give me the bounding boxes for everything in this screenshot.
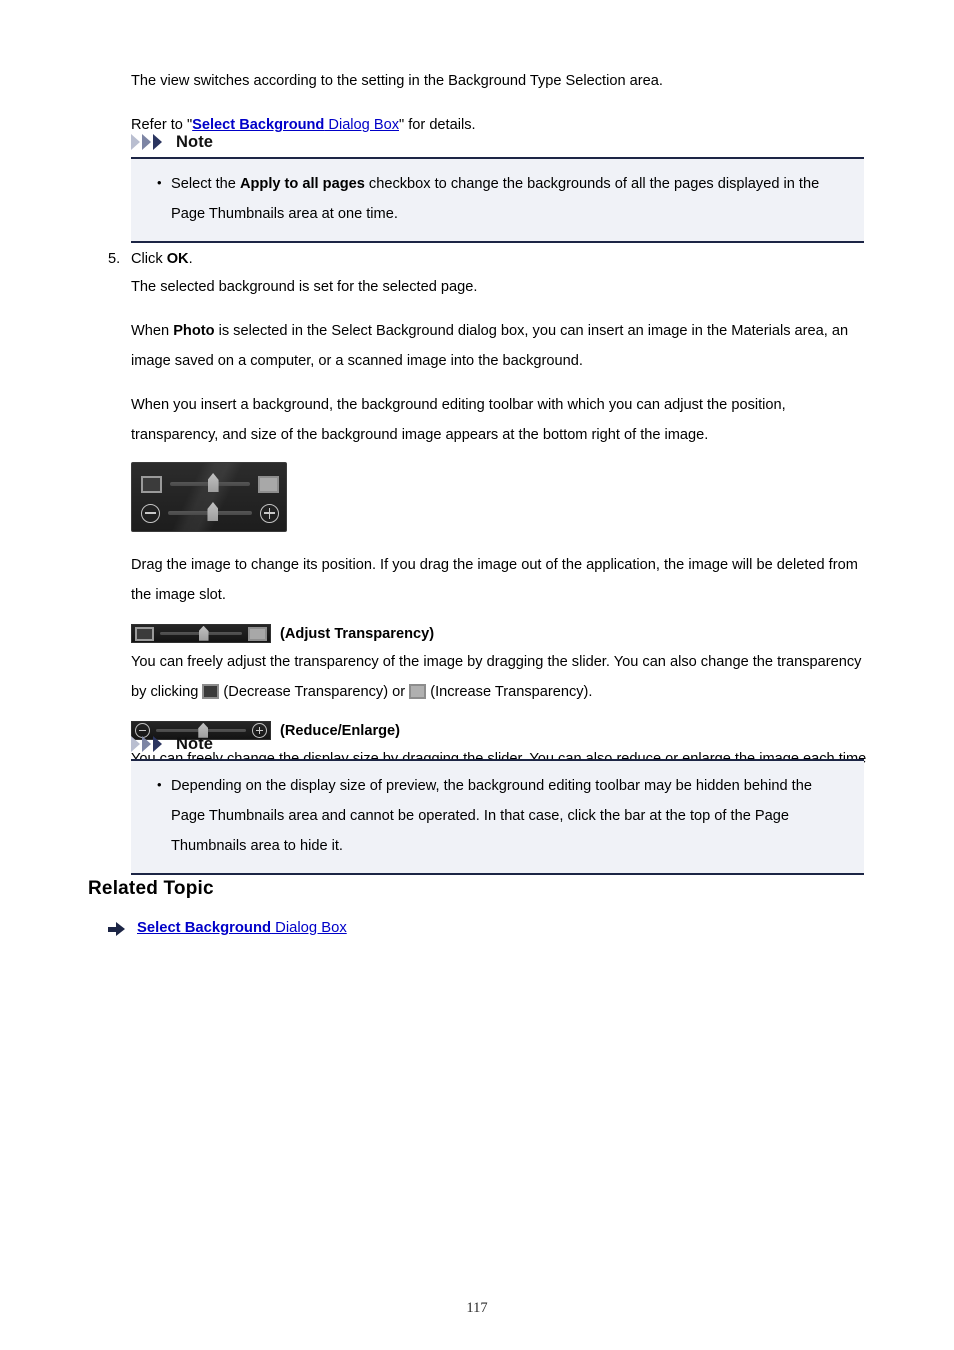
- step5-paragraph-1: The selected background is set for the s…: [131, 279, 478, 295]
- transparency-slider-track: [160, 625, 242, 641]
- step-5-content: The selected background is set for the s…: [131, 272, 871, 804]
- chevrons-icon: [131, 134, 171, 150]
- transparency-slider-knob[interactable]: [207, 473, 219, 492]
- note-header-1: Note: [131, 131, 864, 153]
- note-body-1: Select the Apply to all pages checkbox t…: [131, 157, 864, 243]
- step-head-pre: Click: [131, 251, 167, 267]
- adjust-transparency-widget-row: (Adjust Transparency): [131, 624, 871, 643]
- related-link-strong: Select Background: [137, 920, 272, 936]
- note-list-item: Depending on the display size of preview…: [157, 770, 842, 861]
- note-title-2: Note: [176, 734, 214, 753]
- photo-option-reference: Photo: [173, 323, 215, 339]
- adjust-transparency-strip-icon: [131, 624, 271, 643]
- increase-transparency-icon[interactable]: [258, 475, 279, 493]
- toolbar-zoom-row: [141, 501, 279, 525]
- related-topic-section: Related Topic Select Background Dialog B…: [88, 878, 878, 938]
- note-body-2: Depending on the display size of preview…: [131, 759, 864, 875]
- background-editing-toolbar-image: [131, 462, 287, 532]
- transparency-desc-post: (Increase Transparency).: [426, 684, 593, 700]
- decrease-transparency-icon: [135, 626, 154, 641]
- page-number: 117: [466, 1300, 488, 1316]
- decrease-transparency-icon[interactable]: [141, 475, 162, 493]
- note-list-1: Select the Apply to all pages checkbox t…: [131, 168, 864, 229]
- step5-paragraph-3: When you insert a background, the backgr…: [131, 397, 786, 443]
- chevrons-icon: [131, 736, 171, 752]
- related-link-rest: Dialog Box: [271, 920, 347, 936]
- step-head-post: .: [188, 251, 193, 267]
- intro-line-1: The view switches according to the setti…: [131, 73, 663, 89]
- note1-item-bold: Apply to all pages: [239, 176, 365, 192]
- step-heading-text: Click OK.: [131, 246, 193, 272]
- step5-paragraph-4: Drag the image to change its position. I…: [131, 557, 858, 603]
- transparency-slider-track[interactable]: [170, 473, 250, 492]
- arrow-right-icon: [108, 920, 128, 940]
- toolbar-transparency-row: [141, 472, 279, 496]
- ok-button-reference: OK: [166, 251, 189, 267]
- increase-transparency-icon: [409, 684, 427, 699]
- note-block-2: Note Depending on the display size of pr…: [131, 733, 864, 875]
- note-header-2: Note: [131, 733, 864, 755]
- zoom-slider-track[interactable]: [168, 502, 252, 521]
- p2-pre: When: [131, 323, 174, 339]
- enlarge-icon[interactable]: [260, 503, 279, 523]
- zoom-slider-track: [156, 722, 246, 738]
- related-topic-heading: Related Topic: [88, 878, 214, 899]
- transparency-desc-mid: (Decrease Transparency) or: [219, 684, 410, 700]
- note-block-1: Note Select the Apply to all pages check…: [131, 131, 864, 243]
- zoom-slider-knob[interactable]: [207, 502, 219, 521]
- decrease-transparency-icon: [202, 684, 220, 699]
- related-topic-item: Select Background Dialog Box: [88, 918, 878, 938]
- step5-paragraph-2: When Photo is selected in the Select Bac…: [131, 316, 871, 376]
- note-list-item: Select the Apply to all pages checkbox t…: [157, 168, 842, 229]
- step-number: 5.: [108, 251, 121, 267]
- increase-transparency-icon: [248, 626, 267, 641]
- adjust-transparency-description: You can freely adjust the transparency o…: [131, 647, 871, 707]
- step-5-heading: 5. Click OK.: [108, 246, 878, 272]
- reduce-icon[interactable]: [141, 503, 160, 523]
- document-page: The view switches according to the setti…: [0, 0, 954, 1350]
- note1-item-pre: Select the: [171, 176, 240, 192]
- p2-post: is selected in the Select Background dia…: [131, 323, 849, 369]
- note-title-1: Note: [176, 132, 214, 151]
- transparency-slider-knob: [198, 625, 209, 641]
- related-select-background-link[interactable]: Select Background Dialog Box: [137, 918, 347, 938]
- note-list-2: Depending on the display size of preview…: [131, 770, 864, 861]
- adjust-transparency-label: (Adjust Transparency): [280, 625, 435, 642]
